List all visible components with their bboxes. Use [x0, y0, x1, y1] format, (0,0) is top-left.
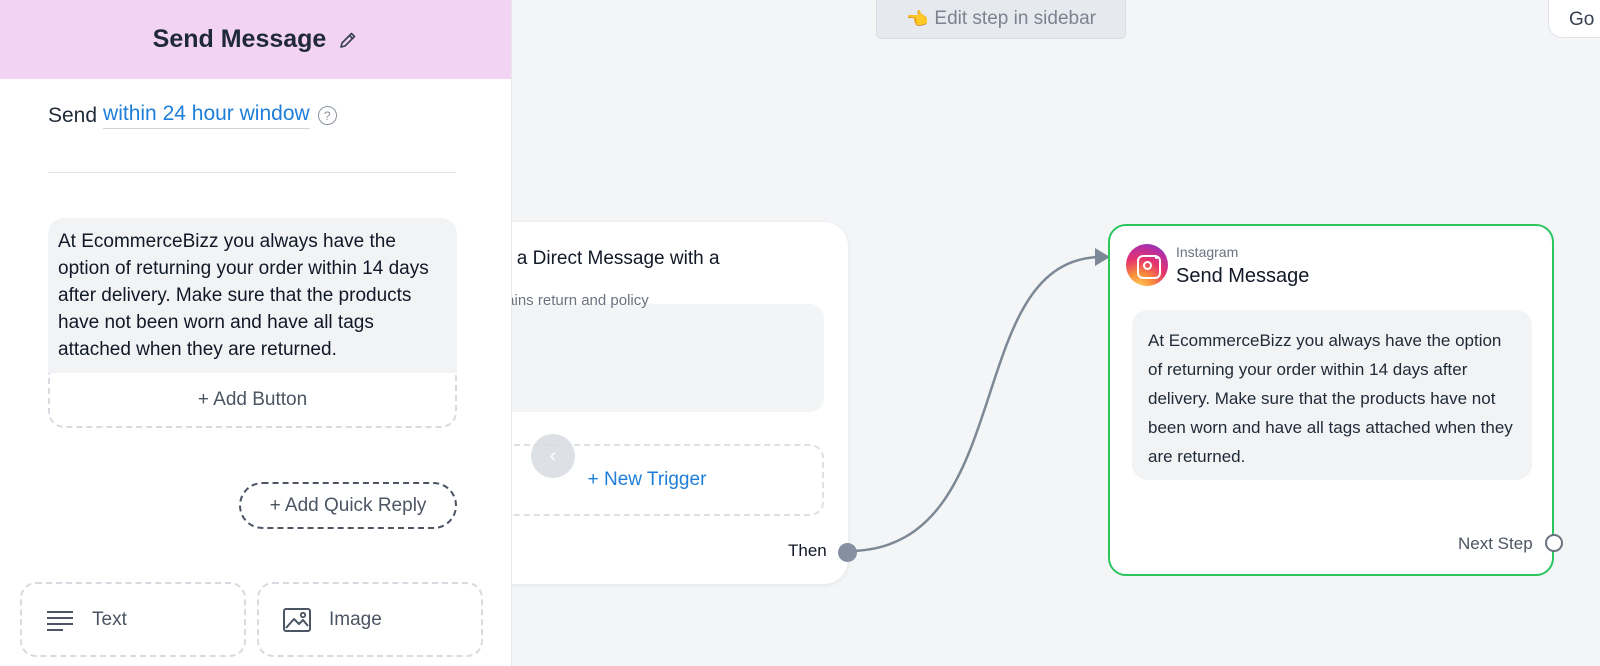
add-button-button[interactable]: + Add Button	[48, 373, 457, 428]
next-step-label: Next Step	[1458, 534, 1533, 553]
window-selector[interactable]: within 24 hour window	[103, 102, 310, 129]
chevron-left-icon[interactable]: ‹	[531, 434, 575, 478]
instagram-icon	[1126, 244, 1168, 286]
node-platform: Instagram	[1176, 244, 1239, 260]
next-step-port[interactable]	[1545, 534, 1563, 552]
image-icon	[283, 607, 311, 632]
divider	[48, 172, 456, 173]
add-text-block-button[interactable]: Text	[20, 582, 246, 657]
message-block: At EcommerceBizz you always have the opt…	[48, 218, 457, 428]
text-lines-icon	[47, 610, 73, 631]
pencil-icon[interactable]	[338, 30, 358, 50]
then-label: Then	[788, 541, 827, 560]
sidebar-header: Send Message	[0, 0, 511, 79]
node-message-preview: At EcommerceBizz you always have the opt…	[1132, 310, 1532, 480]
trigger-card[interactable]	[470, 304, 824, 412]
add-image-block-button[interactable]: Image	[257, 582, 483, 657]
new-trigger-button[interactable]: + New Trigger	[470, 444, 824, 516]
help-icon[interactable]: ?	[317, 106, 337, 125]
message-text-input[interactable]: At EcommerceBizz you always have the opt…	[48, 218, 457, 373]
sidebar-title: Send Message	[152, 25, 327, 53]
trigger-title: s a Direct Message with a	[502, 248, 720, 269]
send-label: Send	[48, 103, 98, 127]
add-quick-reply-button[interactable]: + Add Quick Reply	[239, 482, 457, 529]
edit-sidebar: Send Message Send within 24 hour window …	[0, 0, 512, 666]
then-output-port[interactable]	[838, 543, 857, 562]
send-window-row: Send within 24 hour window ?	[48, 102, 337, 129]
tool-text-label: Text	[92, 608, 127, 630]
send-message-node[interactable]: Instagram Send Message At EcommerceBizz …	[1108, 224, 1554, 576]
tool-image-label: Image	[329, 608, 382, 630]
trigger-condition: tains return and policy	[502, 292, 649, 309]
node-title: Send Message	[1176, 265, 1310, 287]
